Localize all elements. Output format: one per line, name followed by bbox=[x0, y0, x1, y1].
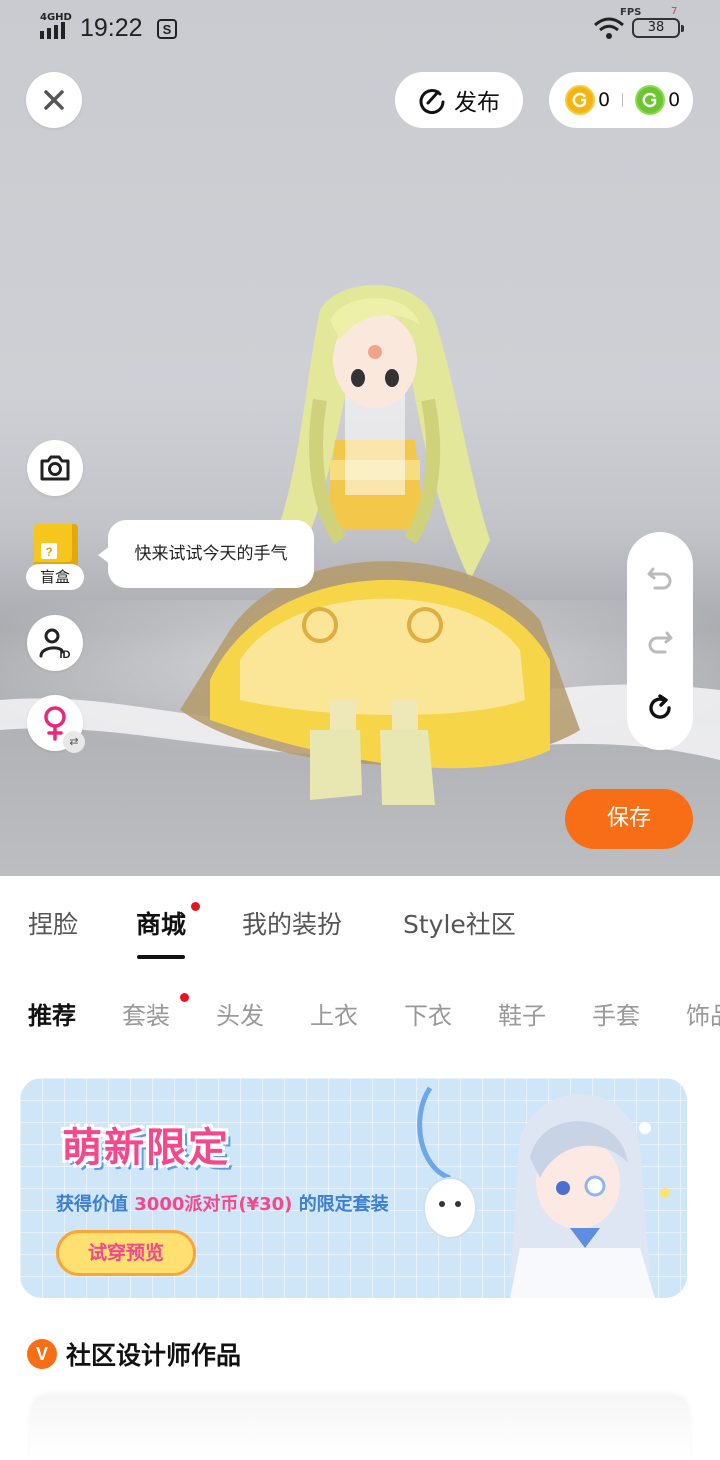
undo-button[interactable] bbox=[640, 558, 680, 598]
banner-subtitle-pre: 获得价值 bbox=[56, 1194, 128, 1215]
user-id-icon: ID bbox=[39, 628, 71, 660]
svg-text:?: ? bbox=[45, 545, 52, 559]
redo-button[interactable] bbox=[640, 622, 680, 662]
banner-subtitle-highlight: 3000派对币(¥30) bbox=[134, 1194, 293, 1215]
svg-text:ID: ID bbox=[60, 649, 71, 660]
camera-icon bbox=[40, 455, 70, 481]
undo-icon bbox=[647, 567, 672, 590]
edit-history-panel bbox=[627, 532, 693, 750]
reset-button[interactable] bbox=[640, 688, 680, 728]
signal-icon bbox=[40, 22, 65, 39]
gold-coin-icon bbox=[565, 85, 595, 115]
close-button[interactable] bbox=[26, 72, 82, 128]
blind-box-icon: ? bbox=[34, 524, 78, 568]
publish-icon bbox=[419, 89, 445, 114]
section-title: 社区设计师作品 bbox=[66, 1341, 242, 1370]
avatar-id-button[interactable]: ID bbox=[27, 615, 83, 671]
swap-icon[interactable]: ⇄ bbox=[63, 731, 85, 753]
active-tab-indicator bbox=[137, 955, 185, 959]
tab-style-community[interactable]: Style社区 bbox=[403, 905, 516, 941]
subtab-sets[interactable]: 套装 bbox=[122, 996, 170, 1031]
subtab-gloves[interactable]: 手套 bbox=[592, 996, 640, 1031]
fps-value: 7 bbox=[671, 6, 678, 17]
camera-button[interactable] bbox=[27, 440, 83, 496]
svg-text:S: S bbox=[163, 22, 172, 37]
green-coin-icon bbox=[635, 85, 666, 115]
save-button[interactable]: 保存 bbox=[565, 789, 693, 849]
blind-box-label: 盲盒 bbox=[26, 564, 84, 590]
blind-box-button[interactable]: ? 盲盒 bbox=[26, 520, 86, 592]
clock: 19:22 bbox=[80, 14, 143, 42]
status-bar: 4GHD 19:22 S FPS 7 38 bbox=[0, 0, 720, 58]
publish-label: 发布 bbox=[454, 90, 500, 116]
banner-subtitle-post: 的限定套装 bbox=[298, 1194, 389, 1215]
try-on-preview-button[interactable]: 试穿预览 bbox=[56, 1230, 196, 1276]
subtab-shoes[interactable]: 鞋子 bbox=[498, 996, 546, 1031]
subtab-accessories[interactable]: 饰品 bbox=[686, 996, 720, 1031]
store-notification-dot bbox=[191, 902, 200, 911]
battery-tip bbox=[681, 25, 684, 32]
subtab-tops[interactable]: 上衣 bbox=[310, 996, 358, 1031]
coin-divider bbox=[622, 93, 624, 107]
designer-work-card[interactable] bbox=[30, 1395, 690, 1460]
refresh-icon bbox=[649, 694, 671, 719]
currency-balance[interactable]: 0 0 bbox=[549, 72, 693, 128]
redo-icon bbox=[648, 631, 673, 654]
blind-box-tooltip[interactable]: 快来试试今天的手气 bbox=[108, 520, 314, 588]
battery-level: 38 bbox=[647, 20, 665, 35]
subtab-recommended[interactable]: 推荐 bbox=[28, 996, 76, 1031]
sim-status-icon: S bbox=[157, 19, 177, 39]
avatar-stage[interactable]: 4GHD 19:22 S FPS 7 38 发布 0 0 ? 盲盒 快来试试今天… bbox=[0, 0, 720, 876]
banner-subtitle: 获得价值 3000派对币(¥30) 的限定套装 bbox=[56, 1190, 389, 1216]
banner-character-art bbox=[417, 1086, 670, 1298]
subtab-hair[interactable]: 头发 bbox=[216, 996, 264, 1031]
tab-store[interactable]: 商城 bbox=[136, 905, 186, 941]
fps-label: FPS bbox=[620, 7, 642, 18]
gold-coin-count: 0 bbox=[598, 89, 611, 111]
subtab-bottoms[interactable]: 下衣 bbox=[404, 996, 452, 1031]
sets-notification-dot bbox=[180, 993, 189, 1002]
close-icon bbox=[44, 90, 64, 110]
publish-button[interactable]: 发布 bbox=[395, 72, 523, 128]
battery-icon: 38 bbox=[632, 18, 684, 38]
banner-title: 萌新限定 bbox=[62, 1125, 230, 1171]
green-coin-count: 0 bbox=[668, 89, 681, 111]
wifi-icon bbox=[594, 17, 624, 39]
tab-face[interactable]: 捏脸 bbox=[28, 905, 78, 941]
verified-badge-icon: V bbox=[27, 1339, 57, 1369]
tab-my-outfits[interactable]: 我的装扮 bbox=[242, 905, 342, 941]
